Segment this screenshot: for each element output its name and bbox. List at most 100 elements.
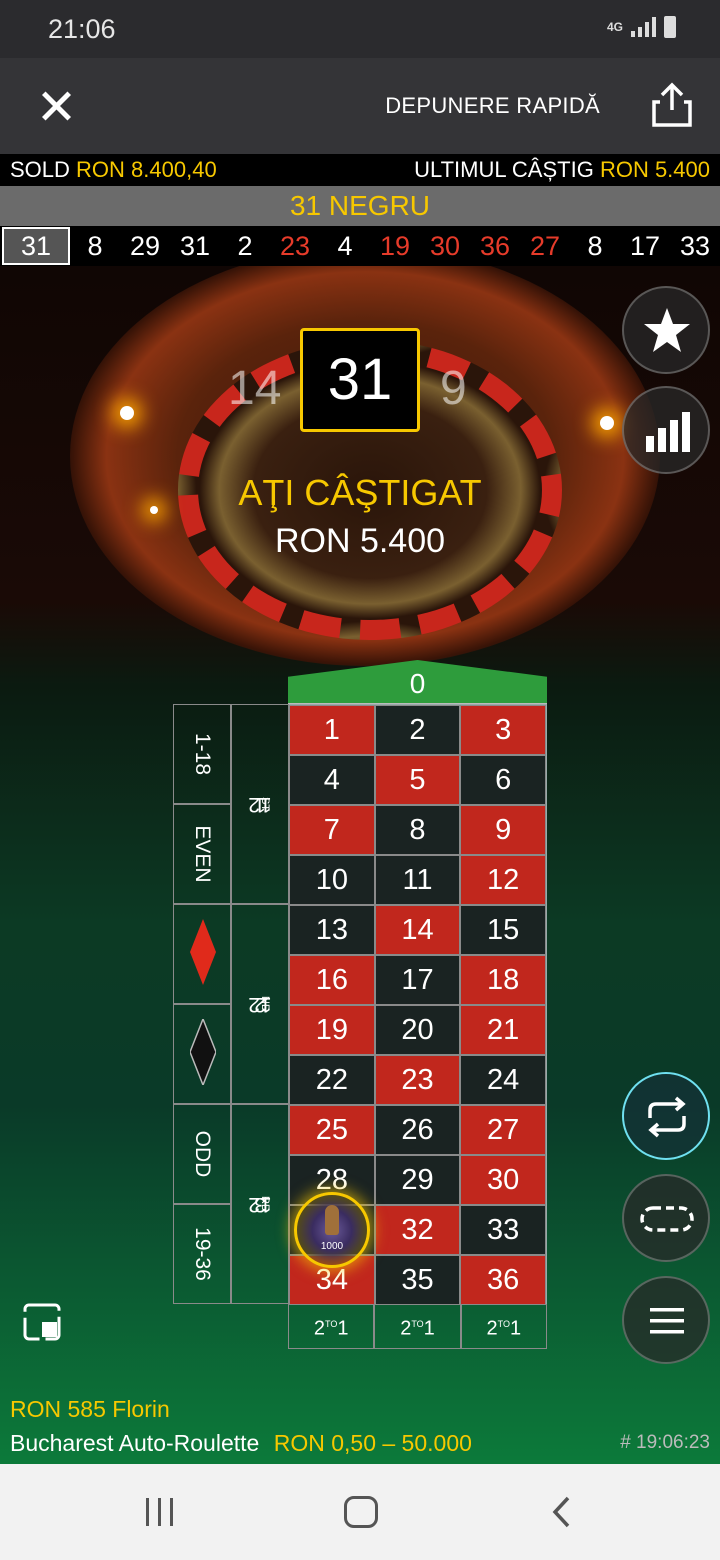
winning-number: 31 — [300, 328, 420, 432]
placed-chip[interactable]: 1000 — [294, 1192, 370, 1268]
bet-limits: RON 0,50 – 50.000 — [273, 1430, 472, 1456]
column-bet-3[interactable]: 2TO1 — [460, 1304, 547, 1349]
balance-bar: SOLD RON 8.400,40 ULTIMUL CÂȘTIG RON 5.4… — [0, 154, 720, 186]
bet-low[interactable]: 1-18 — [173, 704, 231, 804]
bet-spot-number[interactable]: 10 — [289, 855, 375, 905]
dozen-bet-3[interactable]: 3 RD 12 — [231, 1104, 289, 1304]
result-history: 31 8 29 31 2 23 4 19 30 36 27 8 17 33 — [0, 226, 720, 266]
history-number: 30 — [429, 230, 461, 261]
bet-spot-number[interactable]: 32 — [374, 1205, 461, 1255]
balance: SOLD RON 8.400,40 — [10, 157, 217, 183]
bet-spot-number[interactable]: 21 — [460, 1005, 546, 1055]
close-icon[interactable] — [36, 86, 76, 126]
bet-spot-number[interactable]: 11 — [374, 855, 461, 905]
outside-bets: 1-18 EVEN ODD 19-36 — [173, 704, 231, 1304]
bet-spot-number[interactable]: 2 — [374, 705, 461, 755]
last-win-value: RON 5.400 — [599, 157, 710, 182]
history-current: 31 — [2, 227, 70, 265]
bet-spot-number[interactable]: 6 — [460, 755, 546, 805]
recent-win-ticker: RON 585 Florin — [10, 1396, 170, 1422]
table-info: Bucharest Auto-Roulette RON 0,50 – 50.00… — [10, 1430, 472, 1457]
win-amount: RON 5.400 — [274, 522, 446, 560]
history-number: 29 — [129, 230, 161, 261]
hamburger-icon — [650, 1308, 684, 1334]
history-number: 33 — [679, 230, 711, 261]
share-icon[interactable] — [650, 82, 694, 128]
bet-spot-number[interactable]: 16 — [289, 955, 375, 1005]
bet-even[interactable]: EVEN — [173, 804, 231, 904]
bet-spot-number[interactable]: 35 — [374, 1255, 461, 1305]
bet-black[interactable] — [173, 1004, 231, 1104]
bet-spot-number[interactable]: 25 — [289, 1105, 375, 1155]
bet-spot-number[interactable]: 15 — [460, 905, 546, 955]
bet-spot-number[interactable]: 19 — [289, 1005, 375, 1055]
history-number: 31 — [179, 230, 211, 261]
column-bet-1[interactable]: 2TO1 — [288, 1304, 375, 1349]
wheel-right-neighbor: 9 — [440, 362, 467, 415]
system-navigation-bar — [0, 1464, 720, 1560]
bet-spot-number[interactable]: 23 — [374, 1055, 461, 1105]
bet-spot-number[interactable]: 3 — [460, 705, 546, 755]
balance-value: RON 8.400,40 — [76, 157, 217, 182]
history-number: 36 — [479, 230, 511, 261]
bet-spot-number[interactable]: 29 — [374, 1155, 461, 1205]
bet-spot-number[interactable]: 12 — [460, 855, 546, 905]
bet-spot-number[interactable]: 20 — [374, 1005, 461, 1055]
home-icon[interactable] — [344, 1496, 378, 1528]
history-number: 17 — [629, 230, 661, 261]
bet-spot-number[interactable]: 27 — [460, 1105, 546, 1155]
bet-spot-number[interactable]: 26 — [374, 1105, 461, 1155]
column-bet-2[interactable]: 2TO1 — [374, 1304, 461, 1349]
red-diamond-icon — [190, 919, 216, 985]
bet-spot-number[interactable]: 1 — [289, 705, 375, 755]
bet-spot-number[interactable]: 30 — [460, 1155, 546, 1205]
bet-spot-number[interactable]: 24 — [460, 1055, 546, 1105]
repeat-bet-button[interactable] — [622, 1072, 710, 1160]
statistics-button[interactable] — [622, 386, 710, 474]
bet-high[interactable]: 19-36 — [173, 1204, 231, 1304]
dozen-bet-2[interactable]: 2 ND 12 — [231, 904, 289, 1104]
balance-label: SOLD — [10, 157, 70, 182]
bet-red[interactable] — [173, 904, 231, 1004]
history-number: 8 — [587, 230, 603, 261]
light-glow — [120, 406, 134, 420]
history-number: 2 — [237, 230, 253, 261]
menu-button[interactable] — [622, 1276, 710, 1364]
clock: 21:06 — [48, 14, 116, 44]
history-number: 23 — [279, 230, 311, 261]
bet-spot-number[interactable]: 9 — [460, 805, 546, 855]
racetrack-icon — [640, 1206, 694, 1232]
bet-spot-number[interactable]: 4 — [289, 755, 375, 805]
bet-odd[interactable]: ODD — [173, 1104, 231, 1204]
bet-spot-number[interactable]: 22 — [289, 1055, 375, 1105]
bet-spot-number[interactable]: 17 — [374, 955, 461, 1005]
zero-label: 0 — [409, 668, 426, 699]
picture-in-picture-icon[interactable] — [22, 1302, 62, 1342]
win-title: AŢI CÂŞTIGAT — [238, 472, 482, 513]
favorites-button[interactable] — [622, 286, 710, 374]
star-icon — [644, 308, 690, 352]
dozen-bets: 1 ST 12 2 ND 12 3 RD 12 — [231, 704, 289, 1304]
status-icons: 4G — [607, 16, 676, 38]
bet-spot-number[interactable]: 18 — [460, 955, 546, 1005]
chip-value: 1000 — [320, 1241, 344, 1252]
dozen-bet-1[interactable]: 1 ST 12 — [231, 704, 289, 904]
quick-deposit-button[interactable]: DEPUNERE RAPIDĂ — [385, 93, 600, 119]
wheel-left-neighbor: 14 — [228, 362, 282, 415]
bet-spot-number[interactable]: 5 — [374, 755, 461, 805]
status-bar: 21:06 4G — [0, 0, 720, 58]
bet-spot-number[interactable]: 14 — [374, 905, 461, 955]
app-header: DEPUNERE RAPIDĂ — [0, 58, 720, 154]
round-id: # 19:06:23 — [620, 1432, 710, 1453]
network-type-icon: 4G — [606, 19, 623, 34]
bet-spot-number[interactable]: 36 — [460, 1255, 546, 1305]
back-icon[interactable] — [550, 1496, 574, 1528]
black-diamond-icon — [190, 1019, 216, 1085]
bet-spot-number[interactable]: 33 — [460, 1205, 546, 1255]
history-number: 19 — [379, 230, 411, 261]
bet-spot-number[interactable]: 13 — [289, 905, 375, 955]
bet-spot-number[interactable]: 8 — [374, 805, 461, 855]
racetrack-button[interactable] — [622, 1174, 710, 1262]
recent-apps-icon[interactable] — [146, 1498, 176, 1526]
bet-spot-number[interactable]: 7 — [289, 805, 375, 855]
